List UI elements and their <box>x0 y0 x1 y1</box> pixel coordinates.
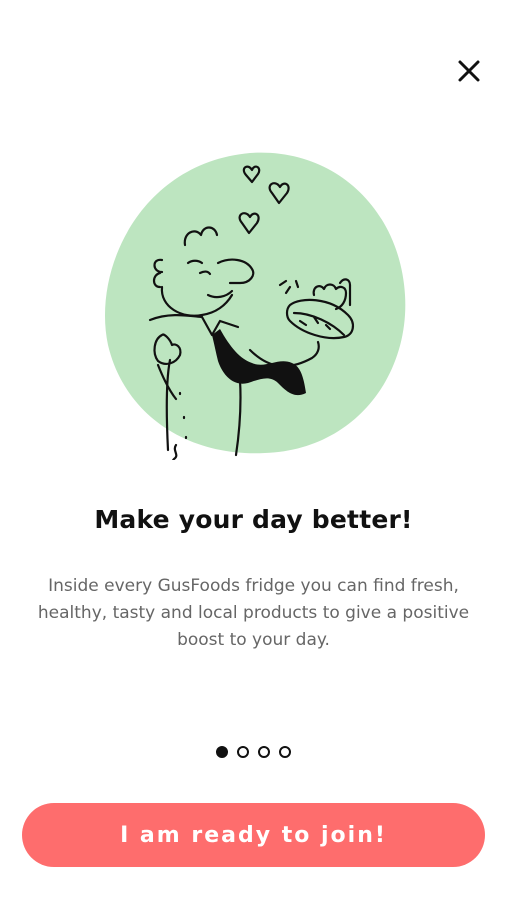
page-title: Make your day better! <box>94 505 413 534</box>
close-button[interactable] <box>453 55 485 87</box>
join-button-label: I am ready to join! <box>120 822 387 848</box>
page-dot[interactable] <box>258 746 270 758</box>
green-blob <box>104 152 406 454</box>
join-button[interactable]: I am ready to join! <box>22 803 485 867</box>
close-icon <box>458 60 480 82</box>
page-dot[interactable] <box>279 746 291 758</box>
page-description: Inside every GusFoods fridge you can fin… <box>37 576 470 650</box>
page-dot-active[interactable] <box>216 746 228 758</box>
page-dot[interactable] <box>237 746 249 758</box>
onboarding-illustration <box>104 152 406 460</box>
page-indicator <box>0 746 507 758</box>
